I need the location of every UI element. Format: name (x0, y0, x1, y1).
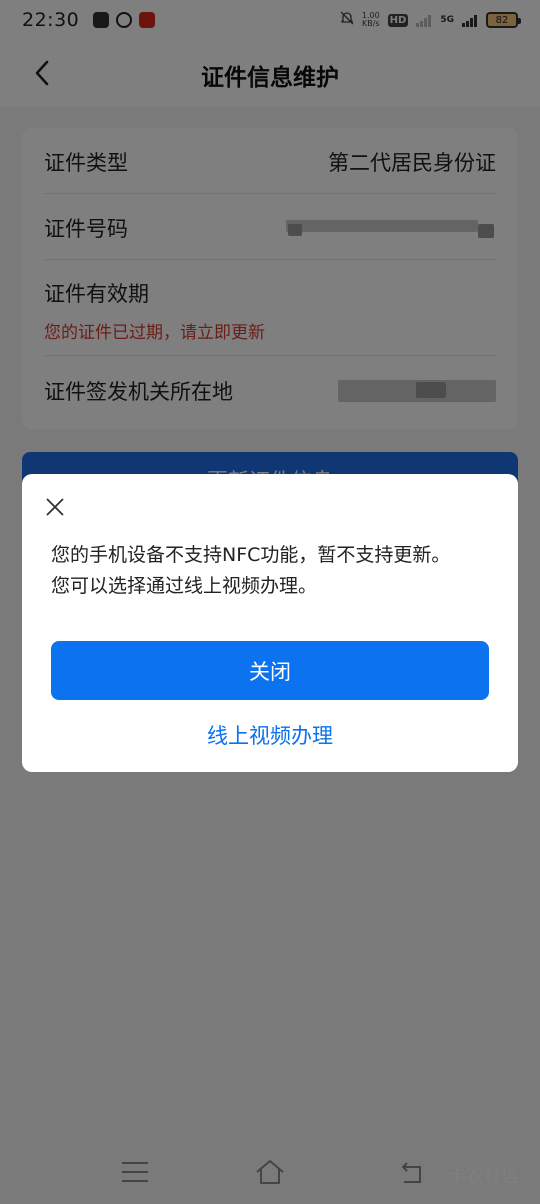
dialog-close-button[interactable] (44, 496, 66, 518)
dialog-message: 您的手机设备不支持NFC功能，暂不支持更新。 您可以选择通过线上视频办理。 (51, 540, 491, 602)
nfc-unsupported-dialog: 您的手机设备不支持NFC功能，暂不支持更新。 您可以选择通过线上视频办理。 关闭… (22, 474, 518, 772)
online-video-button[interactable]: 线上视频办理 (22, 720, 518, 750)
close-button[interactable]: 关闭 (51, 641, 489, 700)
dialog-message-line1: 您的手机设备不支持NFC功能，暂不支持更新。 (51, 544, 451, 566)
dialog-message-line2: 您可以选择通过线上视频办理。 (51, 575, 318, 597)
close-icon (46, 498, 64, 516)
